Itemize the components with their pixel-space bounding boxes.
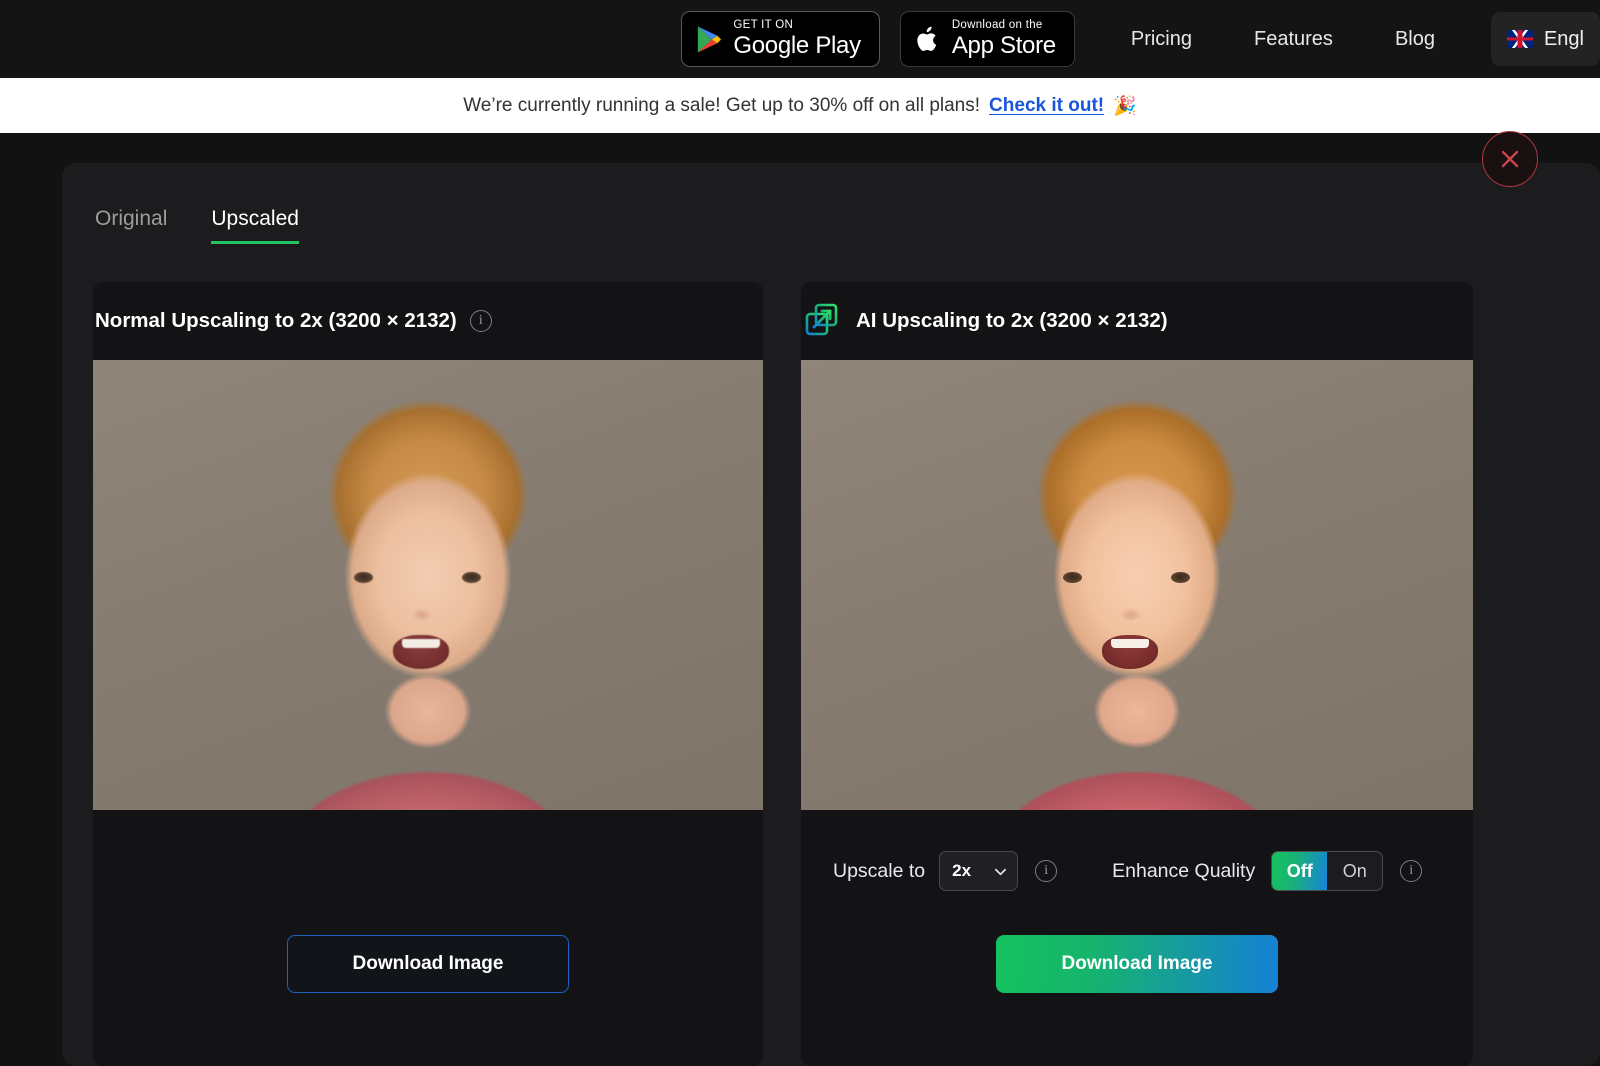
language-label: Engl: [1543, 27, 1584, 50]
enhance-quality-toggle[interactable]: Off On: [1271, 851, 1384, 891]
ai-upscale-title: AI Upscaling to 2x (3200 × 2132): [856, 309, 1168, 332]
normal-upscale-image: [93, 360, 763, 810]
decor-eye-left: [354, 571, 374, 583]
google-play-icon: [698, 26, 722, 52]
decor-eye-left: [1063, 571, 1083, 583]
nav-link-blog[interactable]: Blog: [1395, 28, 1435, 51]
decor-nose: [411, 607, 434, 620]
upscale-to-label: Upscale to: [833, 859, 926, 882]
nav-link-features[interactable]: Features: [1254, 28, 1333, 51]
result-tabs: Original Upscaled: [95, 207, 299, 244]
upscale-factor-value: 2x: [952, 861, 972, 880]
ai-upscale-header: AI Upscaling to 2x (3200 × 2132): [801, 282, 1473, 360]
app-store-badge-small: Download on the: [951, 18, 1043, 31]
party-popper-icon: 🎉: [1113, 95, 1137, 117]
info-icon[interactable]: i: [1400, 860, 1423, 882]
decor-eye-right: [1170, 571, 1190, 583]
normal-upscale-title: Normal Upscaling to 2x (3200 × 2132): [95, 309, 457, 332]
info-icon[interactable]: i: [469, 310, 492, 332]
close-icon: [1501, 150, 1519, 168]
chevron-down-icon: [995, 868, 1007, 875]
google-play-badge-small: GET IT ON: [733, 18, 794, 31]
decor-nose: [1120, 607, 1143, 620]
download-normal-button[interactable]: Download Image: [287, 935, 569, 993]
decor-mouth: [1101, 634, 1158, 669]
google-play-badge-label: Google Play: [733, 32, 861, 60]
enhance-quality-on-option[interactable]: On: [1327, 852, 1382, 890]
download-ai-button[interactable]: Download Image: [996, 935, 1278, 993]
uk-flag-icon: [1506, 30, 1533, 48]
app-store-badge[interactable]: Download on the App Store: [899, 11, 1075, 67]
ai-upscale-image: [801, 360, 1473, 810]
decor-eye-right: [461, 571, 481, 583]
info-icon[interactable]: i: [1035, 860, 1058, 882]
top-navigation-bar: GET IT ON Google Play Download on the Ap…: [0, 0, 1600, 78]
apple-icon: [917, 26, 937, 51]
sale-banner: We’re currently running a sale! Get up t…: [0, 78, 1600, 133]
decor-mouth: [392, 634, 449, 669]
sale-banner-text: We’re currently running a sale! Get up t…: [463, 94, 981, 116]
ai-upscale-controls: Upscale to 2x i Enhance Quality Off On i: [801, 828, 1473, 914]
enhance-quality-off-option[interactable]: Off: [1272, 852, 1328, 890]
sale-banner-link[interactable]: Check it out!: [989, 95, 1104, 117]
google-play-badge[interactable]: GET IT ON Google Play: [681, 11, 880, 67]
app-store-badge-label: App Store: [951, 32, 1056, 60]
language-selector[interactable]: Engl: [1490, 12, 1600, 66]
upscale-factor-select[interactable]: 2x: [939, 851, 1019, 891]
tab-original[interactable]: Original: [95, 207, 167, 244]
nav-link-pricing[interactable]: Pricing: [1131, 28, 1192, 51]
enhance-quality-label: Enhance Quality: [1112, 859, 1256, 882]
ai-upscale-icon: [805, 303, 838, 336]
ai-upscale-panel: AI Upscaling to 2x (3200 × 2132) Upscale…: [801, 282, 1473, 1066]
normal-upscale-panel: Normal Upscaling to 2x (3200 × 2132) i D…: [93, 282, 763, 1066]
normal-upscale-header: Normal Upscaling to 2x (3200 × 2132) i: [93, 282, 763, 360]
tab-upscaled[interactable]: Upscaled: [211, 207, 299, 244]
close-modal-button[interactable]: [1482, 131, 1538, 187]
